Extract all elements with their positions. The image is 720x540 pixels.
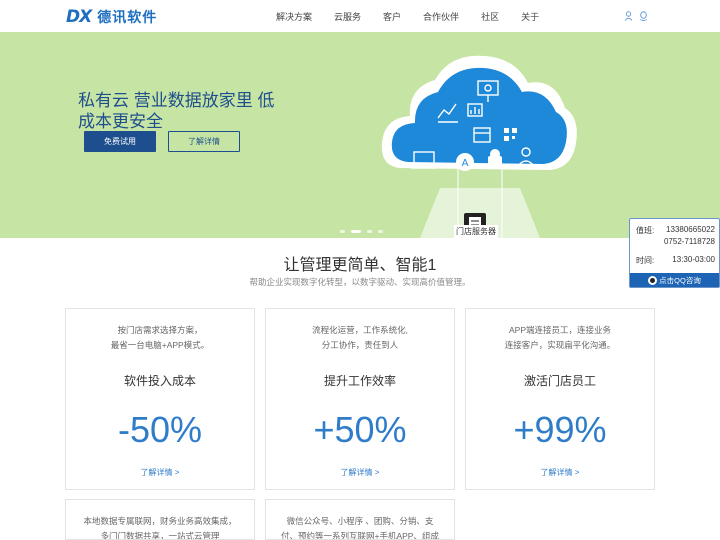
card-metric: +99%: [513, 409, 607, 450]
nav-solutions[interactable]: 解决方案: [276, 10, 312, 23]
logo-text: 德讯软件: [97, 9, 158, 25]
carousel-dots: [340, 230, 383, 233]
learn-more-button[interactable]: 了解详情: [168, 131, 240, 152]
duty-phone-1[interactable]: 13380665022: [666, 225, 715, 234]
cloud-illustration: A: [381, 55, 577, 238]
card-learn-more-link[interactable]: 了解详情 >: [466, 467, 654, 478]
feature-card-efficiency: 流程化运营，工作系统化, 分工协作，责任到人 提升工作效率 +50% 了解详情 …: [265, 308, 455, 490]
card-description: 微信公众号、小程序 、团购、分销、支 付、预约等一系列互联网+手机APP、组成: [281, 516, 439, 540]
card-description: 本地数据专属联网，财务业务高效集成， 多门门数据共享，一站式云管理: [83, 516, 237, 540]
free-trial-button[interactable]: 免费试用: [84, 131, 156, 152]
card-heading: 软件投入成本: [123, 374, 196, 388]
nav-about[interactable]: 关于: [521, 10, 539, 23]
card-description: APP端连接员工，连接业务 连接客户，实现扁平化沟通。: [504, 325, 616, 350]
card-metric: +50%: [313, 409, 407, 450]
duty-phone-2[interactable]: 0752-7118728: [664, 237, 715, 246]
duty-label: 值班:: [636, 226, 655, 235]
feature-card-staff: APP端连接员工，连接业务 连接客户，实现扁平化沟通。 激活门店员工 +99% …: [465, 308, 655, 490]
server-label: 门店服务器: [454, 225, 498, 238]
card-learn-more-link[interactable]: 了解详情 >: [66, 467, 254, 478]
carousel-dot[interactable]: [367, 230, 372, 233]
card-description: 按门店需求选择方案， 最省一台电脑+APP模式。: [110, 325, 210, 350]
logo[interactable]: DX 德讯软件: [66, 6, 157, 28]
hero-banner: 私有云 营业数据放家里 低成本更安全 免费试用 了解详情 A 门店服务器: [0, 32, 720, 238]
header-icons: [624, 11, 648, 21]
nav-customers[interactable]: 客户: [383, 10, 401, 23]
svg-text:A: A: [462, 158, 469, 169]
carousel-dot[interactable]: [340, 230, 345, 233]
carousel-dot[interactable]: [378, 230, 383, 233]
nav-community[interactable]: 社区: [481, 10, 499, 23]
card-learn-more-link[interactable]: 了解详情 >: [266, 467, 454, 478]
feature-card-cost: 按门店需求选择方案， 最省一台电脑+APP模式。 软件投入成本 -50% 了解详…: [65, 308, 255, 490]
app-store-icon: A: [456, 153, 474, 171]
section-title: 让管理更简单、智能1: [283, 257, 437, 274]
qq-icon[interactable]: [639, 11, 648, 21]
nav-cloud-service[interactable]: 云服务: [334, 10, 361, 23]
carousel-dot-active[interactable]: [351, 230, 361, 233]
card-heading: 提升工作效率: [323, 374, 396, 388]
section-subtitle: 帮助企业实现数字化转型，以数字驱动、实现高价值管理。: [249, 277, 471, 287]
feature-card-internet: 微信公众号、小程序 、团购、分销、支 付、预约等一系列互联网+手机APP、组成: [265, 499, 455, 540]
card-description: 流程化运营，工作系统化, 分工协作，责任到人: [312, 325, 408, 350]
top-header: DX 德讯软件 解决方案 云服务 客户 合作伙伴 社区 关于: [0, 0, 720, 32]
logo-mark: DX: [66, 7, 92, 27]
banner-title: 私有云 营业数据放家里 低成本更安全: [78, 91, 275, 131]
user-icon[interactable]: [624, 11, 633, 21]
main-nav: 解决方案 云服务 客户 合作伙伴 社区 关于: [276, 0, 539, 32]
nav-partners[interactable]: 合作伙伴: [423, 10, 459, 23]
card-heading: 激活门店员工: [523, 374, 596, 388]
feature-card-data: 本地数据专属联网，财务业务高效集成， 多门门数据共享，一站式云管理: [65, 499, 255, 540]
card-metric: -50%: [117, 409, 203, 450]
